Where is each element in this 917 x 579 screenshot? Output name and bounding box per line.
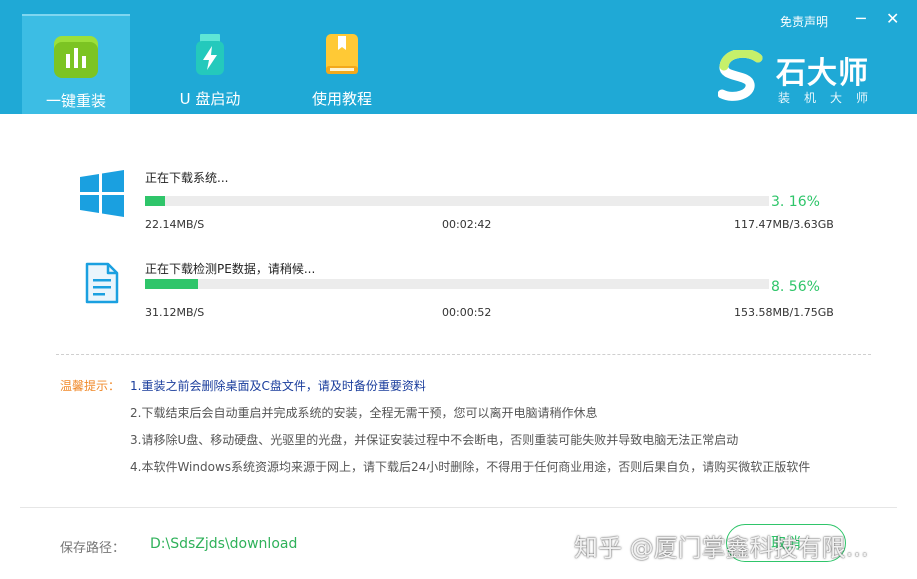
progress-percent: 8. 56% [771, 279, 820, 295]
downloaded-size: 153.58MB/1.75GB [734, 306, 834, 319]
progress-bar [145, 196, 769, 206]
brand-subtitle: 装机大师 [778, 91, 883, 105]
save-path-value[interactable]: D:\SdsZjds\download [150, 536, 297, 552]
tab-label: U 盘启动 [179, 90, 241, 108]
progress-fill [145, 196, 165, 206]
download-row-system: 正在下载系统... 3. 16% 22.14MB/S 00:02:42 117.… [0, 166, 917, 246]
progress-bar [145, 279, 769, 289]
tab-one-key-reinstall[interactable]: 一键重装 [22, 14, 130, 114]
downloaded-size: 117.47MB/3.63GB [734, 218, 834, 231]
tip-item: 3.请移除U盘、移动硬盘、光驱里的光盘，并保证安装过程中不会断电，否则重装可能失… [130, 433, 739, 447]
app-header: 一键重装 U 盘启动 使用教程 免责声明 ─ ✕ 石大师 装机大师 [0, 0, 917, 114]
tips-label: 温馨提示： [60, 379, 121, 393]
document-icon [85, 262, 119, 304]
minimize-icon[interactable]: ─ [856, 10, 866, 28]
progress-fill [145, 279, 199, 289]
windows-icon [80, 170, 124, 217]
tab-label: 使用教程 [311, 90, 372, 108]
tab-label: 一键重装 [45, 92, 106, 110]
download-speed: 31.12MB/S [145, 306, 205, 319]
watermark-text: 知乎 @厦门掌鑫科技有限... [574, 534, 869, 562]
tip-item: 1.重装之前会删除桌面及C盘文件，请及时备份重要资料 [130, 379, 426, 393]
download-title: 正在下载系统... [145, 171, 229, 185]
download-title: 正在下载检测PE数据，请稍候... [145, 262, 316, 276]
save-path-label: 保存路径： [60, 541, 126, 556]
brand-logo: 石大师 装机大师 [718, 48, 888, 108]
elapsed-time: 00:02:42 [442, 218, 492, 231]
tip-item: 4.本软件Windows系统资源均来源于网上，请下载后24小时删除，不得用于任何… [130, 460, 811, 474]
brand-name: 石大师 [776, 56, 869, 91]
bar-chart-icon [54, 36, 98, 78]
progress-percent: 3. 16% [771, 194, 820, 210]
book-icon [326, 34, 358, 74]
usb-drive-icon [196, 34, 224, 75]
elapsed-time: 00:00:52 [442, 306, 492, 319]
close-icon[interactable]: ✕ [886, 10, 899, 28]
tab-usb-boot[interactable]: U 盘启动 [156, 14, 264, 114]
download-row-pe: 正在下载检测PE数据，请稍候... 8. 56% 31.12MB/S 00:00… [0, 256, 917, 336]
tab-tutorial[interactable]: 使用教程 [288, 14, 396, 114]
section-divider [56, 354, 871, 355]
brand-s-logo-icon [718, 50, 763, 101]
disclaimer-link[interactable]: 免责声明 [780, 13, 828, 30]
footer-divider [20, 507, 897, 508]
download-speed: 22.14MB/S [145, 218, 205, 231]
tip-item: 2.下载结束后会自动重启并完成系统的安装，全程无需干预，您可以离开电脑请稍作休息 [130, 406, 598, 420]
